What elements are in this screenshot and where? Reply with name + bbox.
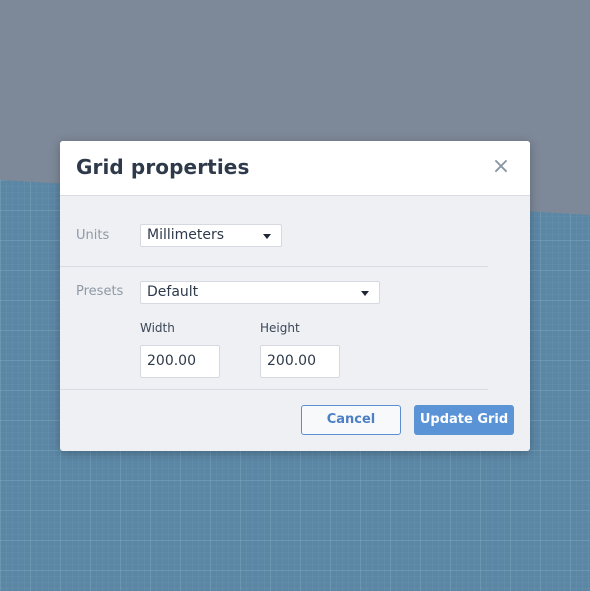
width-input[interactable]: 200.00	[140, 345, 220, 378]
3d-viewport[interactable]: Grid properties × Units Millimeters Pres…	[0, 0, 590, 591]
chevron-down-icon	[361, 291, 369, 296]
cancel-button[interactable]: Cancel	[301, 405, 401, 435]
dialog-title: Grid properties	[76, 155, 250, 179]
presets-selected-value: Default	[147, 284, 199, 300]
grid-properties-dialog: Grid properties × Units Millimeters Pres…	[60, 141, 530, 451]
height-input[interactable]: 200.00	[260, 345, 340, 378]
units-select[interactable]: Millimeters	[140, 224, 282, 247]
width-label: Width	[140, 321, 175, 335]
presets-label: Presets	[76, 284, 124, 299]
units-label: Units	[76, 228, 110, 243]
presets-select[interactable]: Default	[140, 281, 380, 304]
divider	[60, 266, 488, 267]
update-grid-button[interactable]: Update Grid	[414, 405, 514, 435]
units-selected-value: Millimeters	[147, 227, 225, 243]
height-label: Height	[260, 321, 300, 335]
close-icon[interactable]: ×	[490, 155, 512, 179]
dialog-header: Grid properties ×	[60, 141, 530, 196]
divider	[60, 389, 488, 390]
chevron-down-icon	[263, 234, 271, 239]
